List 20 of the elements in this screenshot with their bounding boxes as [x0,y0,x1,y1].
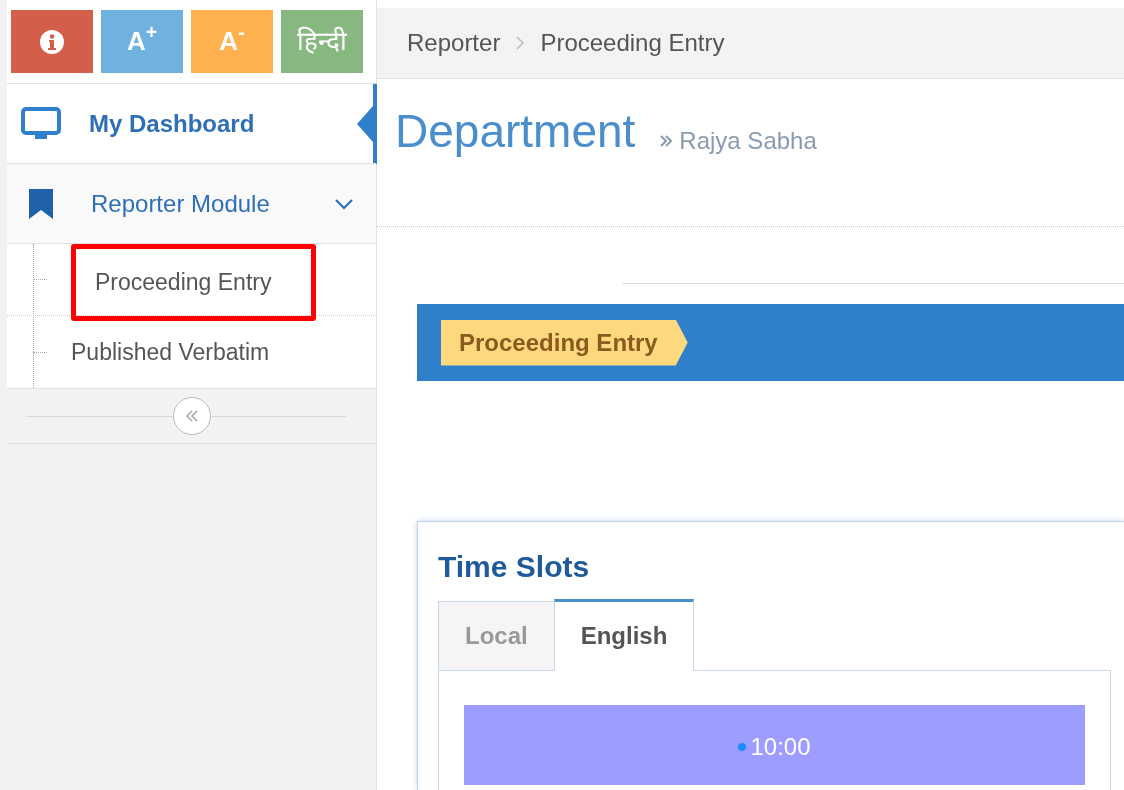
card-title: Time Slots [438,552,591,582]
double-chevron-left-icon [184,410,199,422]
page-subtitle: Rajya Sabha [679,126,817,157]
page-title: Department [395,104,636,160]
chevron-right-icon [516,36,525,51]
double-chevron-right-icon [659,135,674,148]
tab[interactable]: English [553,599,695,671]
active-pointer-icon [355,84,377,164]
sidebar-item[interactable]: My Dashboard [7,83,376,163]
bookmark-icon [28,188,54,219]
submenu-item[interactable]: Published Verbatim [71,334,270,370]
info-icon [40,29,64,54]
submenu-item[interactable]: Proceeding Entry [71,244,317,321]
tab[interactable]: Local [438,601,555,671]
breadcrumb-link[interactable]: Reporter [407,25,501,62]
monitor-icon [21,106,61,141]
info-button[interactable] [11,10,93,73]
page-tag: Proceeding Entry [441,319,688,366]
sidebar-item[interactable]: Reporter Module [7,163,376,243]
breadcrumb-link[interactable]: Proceeding Entry [540,25,725,62]
